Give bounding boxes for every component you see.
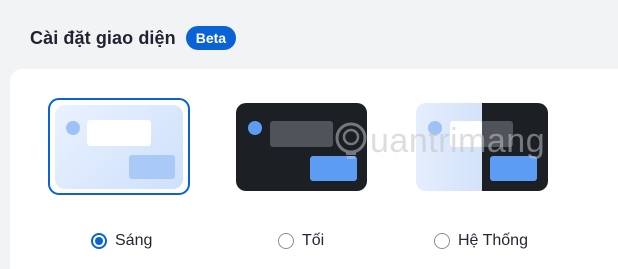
preview-accent-block	[129, 155, 175, 179]
preview-avatar-dot	[66, 121, 80, 135]
theme-option-dark[interactable]: Tối	[278, 232, 324, 250]
preview-avatar-dot	[428, 121, 442, 135]
preview-content-block	[270, 121, 333, 147]
theme-option-light[interactable]: Sáng	[91, 232, 152, 250]
beta-badge: Beta	[185, 26, 237, 50]
preview-avatar-dot	[248, 121, 262, 135]
theme-preview-dark[interactable]	[236, 103, 367, 191]
radio-unselected-icon[interactable]	[278, 233, 294, 249]
page-title: Cài đặt giao diện	[30, 27, 176, 48]
theme-label-system[interactable]: Hệ Thống	[458, 232, 528, 250]
theme-preview-system[interactable]	[416, 103, 548, 191]
radio-selected-icon[interactable]	[91, 233, 107, 249]
theme-label-light[interactable]: Sáng	[115, 232, 152, 250]
preview-content-block-light	[450, 121, 482, 147]
theme-preview-light[interactable]	[55, 105, 183, 189]
preview-accent-block	[490, 156, 537, 181]
preview-accent-block	[310, 156, 357, 181]
section-header: Cài đặt giao diện Beta	[30, 26, 237, 50]
preview-content-block-dark	[482, 121, 513, 147]
theme-label-dark[interactable]: Tối	[302, 232, 324, 250]
theme-option-system[interactable]: Hệ Thống	[434, 232, 528, 250]
radio-unselected-icon[interactable]	[434, 233, 450, 249]
preview-content-block	[87, 120, 151, 146]
